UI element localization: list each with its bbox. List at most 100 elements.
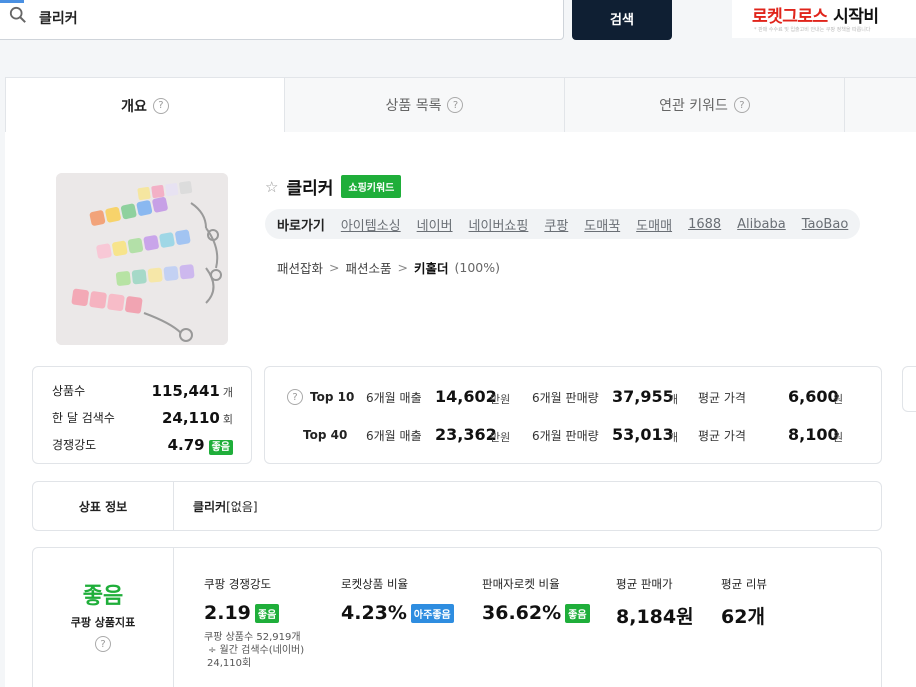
metric-value: 62개 xyxy=(721,606,765,628)
metric-label: 평균 리뷰 xyxy=(721,577,767,591)
top-accent-bar xyxy=(0,0,24,3)
metric-label: 평균 판매가 xyxy=(616,577,673,591)
sales-label: 6개월 매출 xyxy=(366,391,422,405)
monthly-search-value: 24,110 xyxy=(161,409,220,427)
metric-value: 8,184원 xyxy=(616,606,694,628)
price-label: 평균 가격 xyxy=(698,391,746,405)
volume-label: 6개월 판매량 xyxy=(532,391,599,405)
help-icon[interactable]: ? xyxy=(152,97,169,114)
metric-avg-review: 평균 리뷰 62개 xyxy=(721,576,767,629)
shortcut-link-1688[interactable]: 1688 xyxy=(688,217,721,232)
breadcrumb-item: 패션소품 xyxy=(345,261,392,276)
unit-label: 만원 xyxy=(490,431,511,444)
competition-value: 4.79 xyxy=(167,436,205,454)
metric-label: 쿠팡 경쟁강도 xyxy=(204,577,272,591)
search-icon xyxy=(9,6,26,23)
price-value: 6,600 xyxy=(788,387,839,406)
top-stats-card: ? Top 10 6개월 매출 14,602 만원 6개월 판매량 37,955… xyxy=(264,366,882,464)
monthly-search-label: 한 달 검색수 xyxy=(52,411,115,425)
unit-label: 개 xyxy=(222,386,233,399)
search-button[interactable]: 검색 xyxy=(572,0,672,40)
help-icon[interactable]: ? xyxy=(733,97,750,113)
metric-value: 4.23% xyxy=(341,602,407,624)
unit-label: 개 xyxy=(668,393,679,406)
sales-label: 6개월 매출 xyxy=(366,429,422,443)
help-icon[interactable]: ? xyxy=(95,636,111,652)
metric-coupang-competition: 쿠팡 경쟁강도 2.19 좋음 쿠팡 상품수 52,919개 ÷ 월간 검색수(네… xyxy=(204,576,304,670)
unit-label: 원 xyxy=(833,393,844,406)
tab-product-list[interactable]: 상품 목록 ? xyxy=(285,77,565,133)
shortcut-link-naver-shopping[interactable]: 네이버쇼핑 xyxy=(469,215,529,234)
product-image xyxy=(56,173,228,345)
top40-row: Top 40 6개월 매출 23,362 만원 6개월 판매량 53,013 개… xyxy=(265,417,883,455)
summary-card: 상품수 115,441 개 한 달 검색수 24,110 회 경쟁강도 4.79 좋음 xyxy=(32,366,252,464)
status-badge: 좋음 xyxy=(254,603,280,623)
metric-label: 판매자로켓 비율 xyxy=(482,577,560,591)
product-count-value: 115,441 xyxy=(151,382,220,400)
tab-label: 연관 키워드 xyxy=(659,98,728,114)
coupang-grade: 좋음 xyxy=(82,584,124,609)
keyword-badge: 쇼핑키워드 xyxy=(341,175,402,198)
breadcrumb-percent: (100%) xyxy=(454,260,501,275)
metric-value: 2.19 xyxy=(204,602,251,624)
shortcut-link-alibaba[interactable]: Alibaba xyxy=(737,217,786,232)
side-card-edge xyxy=(902,366,916,412)
breadcrumb-item: 패션잡화 xyxy=(277,261,324,276)
tab-label: 개요 xyxy=(121,98,147,115)
shortcut-link-coupang[interactable]: 쿠팡 xyxy=(544,215,568,234)
unit-label: 만원 xyxy=(490,393,511,406)
tab-overview[interactable]: 개요 ? xyxy=(5,77,285,133)
unit-label: 회 xyxy=(222,413,233,426)
unit-label: 원 xyxy=(833,431,844,444)
brand-value: 클리커[없음] xyxy=(193,500,258,514)
tab-bar: 개요 ? 상품 목록 ? 연관 키워드 ? xyxy=(5,77,916,133)
chevron-right-icon: > xyxy=(329,260,340,275)
tab-related-keywords[interactable]: 연관 키워드 ? xyxy=(565,77,845,133)
divider xyxy=(173,548,174,687)
keyword-title: 클리커 xyxy=(286,179,334,199)
shortcut-link-domeggook[interactable]: 도매꾹 xyxy=(584,215,620,234)
banner-text: 로켓그로스 시작비 xyxy=(752,7,879,27)
divider xyxy=(173,482,174,530)
brand-label: 상표 정보 xyxy=(78,499,128,514)
search-box[interactable] xyxy=(0,0,564,40)
coupang-metrics-card: 좋음 쿠팡 상품지표 ? 쿠팡 경쟁강도 2.19 좋음 쿠팡 상품수 52,91… xyxy=(32,547,882,687)
sales-value: 23,362 xyxy=(435,425,497,444)
tab-more[interactable] xyxy=(845,77,916,133)
rank-label: Top 40 xyxy=(303,428,348,442)
tab-label: 상품 목록 xyxy=(385,98,442,114)
metric-value: 36.62% xyxy=(482,602,562,624)
ad-banner[interactable]: 로켓그로스 시작비 * 판매 수수료 및 입출고비 안내는 쿠팡 정책을 따릅니… xyxy=(732,0,916,38)
competition-label: 경쟁강도 xyxy=(52,438,97,452)
top10-row: ? Top 10 6개월 매출 14,602 만원 6개월 판매량 37,955… xyxy=(265,379,883,417)
shortcut-link-domeme[interactable]: 도매매 xyxy=(636,215,672,234)
unit-label: 개 xyxy=(668,431,679,444)
shortcut-link-itemsourcing[interactable]: 아이템소싱 xyxy=(341,215,401,234)
status-badge: 좋음 xyxy=(208,440,233,455)
keyword-title-row: ☆ 클리커 쇼핑키워드 xyxy=(265,174,402,199)
volume-value: 53,013 xyxy=(612,425,674,444)
shortcut-bar: 바로가기 아이템소싱 네이버 네이버쇼핑 쿠팡 도매꾹 도매매 1688 Ali… xyxy=(265,209,861,239)
status-badge: 좋음 xyxy=(565,603,590,623)
price-label: 평균 가격 xyxy=(698,429,746,443)
chevron-right-icon: > xyxy=(397,260,408,275)
shortcut-link-taobao[interactable]: TaoBao xyxy=(802,217,849,232)
rank-label: Top 10 xyxy=(310,390,355,404)
search-input[interactable] xyxy=(39,1,539,35)
star-icon[interactable]: ☆ xyxy=(265,178,278,196)
shortcut-link-naver[interactable]: 네이버 xyxy=(417,215,453,234)
status-badge: 아주좋음 xyxy=(410,603,454,623)
metric-label: 로켓상품 비율 xyxy=(341,577,409,591)
product-count-label: 상품수 xyxy=(52,384,86,398)
breadcrumb-item-current: 키홀더 xyxy=(414,261,449,276)
help-icon[interactable]: ? xyxy=(287,389,303,405)
breadcrumb: 패션잡화 > 패션소품 > 키홀더 (100%) xyxy=(277,258,500,277)
metric-rocket-ratio: 로켓상품 비율 4.23% 아주좋음 xyxy=(341,576,454,624)
volume-label: 6개월 판매량 xyxy=(532,429,599,443)
brand-info-card: 상표 정보 클리커[없음] xyxy=(32,481,882,531)
metric-avg-price: 평균 판매가 8,184원 xyxy=(616,576,694,629)
price-value: 8,100 xyxy=(788,425,839,444)
banner-subtext: * 판매 수수료 및 입출고비 안내는 쿠팡 정책을 따릅니다 xyxy=(754,27,871,33)
metric-subtext: 쿠팡 상품수 52,919개 ÷ 월간 검색수(네이버) 24,110회 xyxy=(204,632,305,669)
help-icon[interactable]: ? xyxy=(447,97,464,113)
